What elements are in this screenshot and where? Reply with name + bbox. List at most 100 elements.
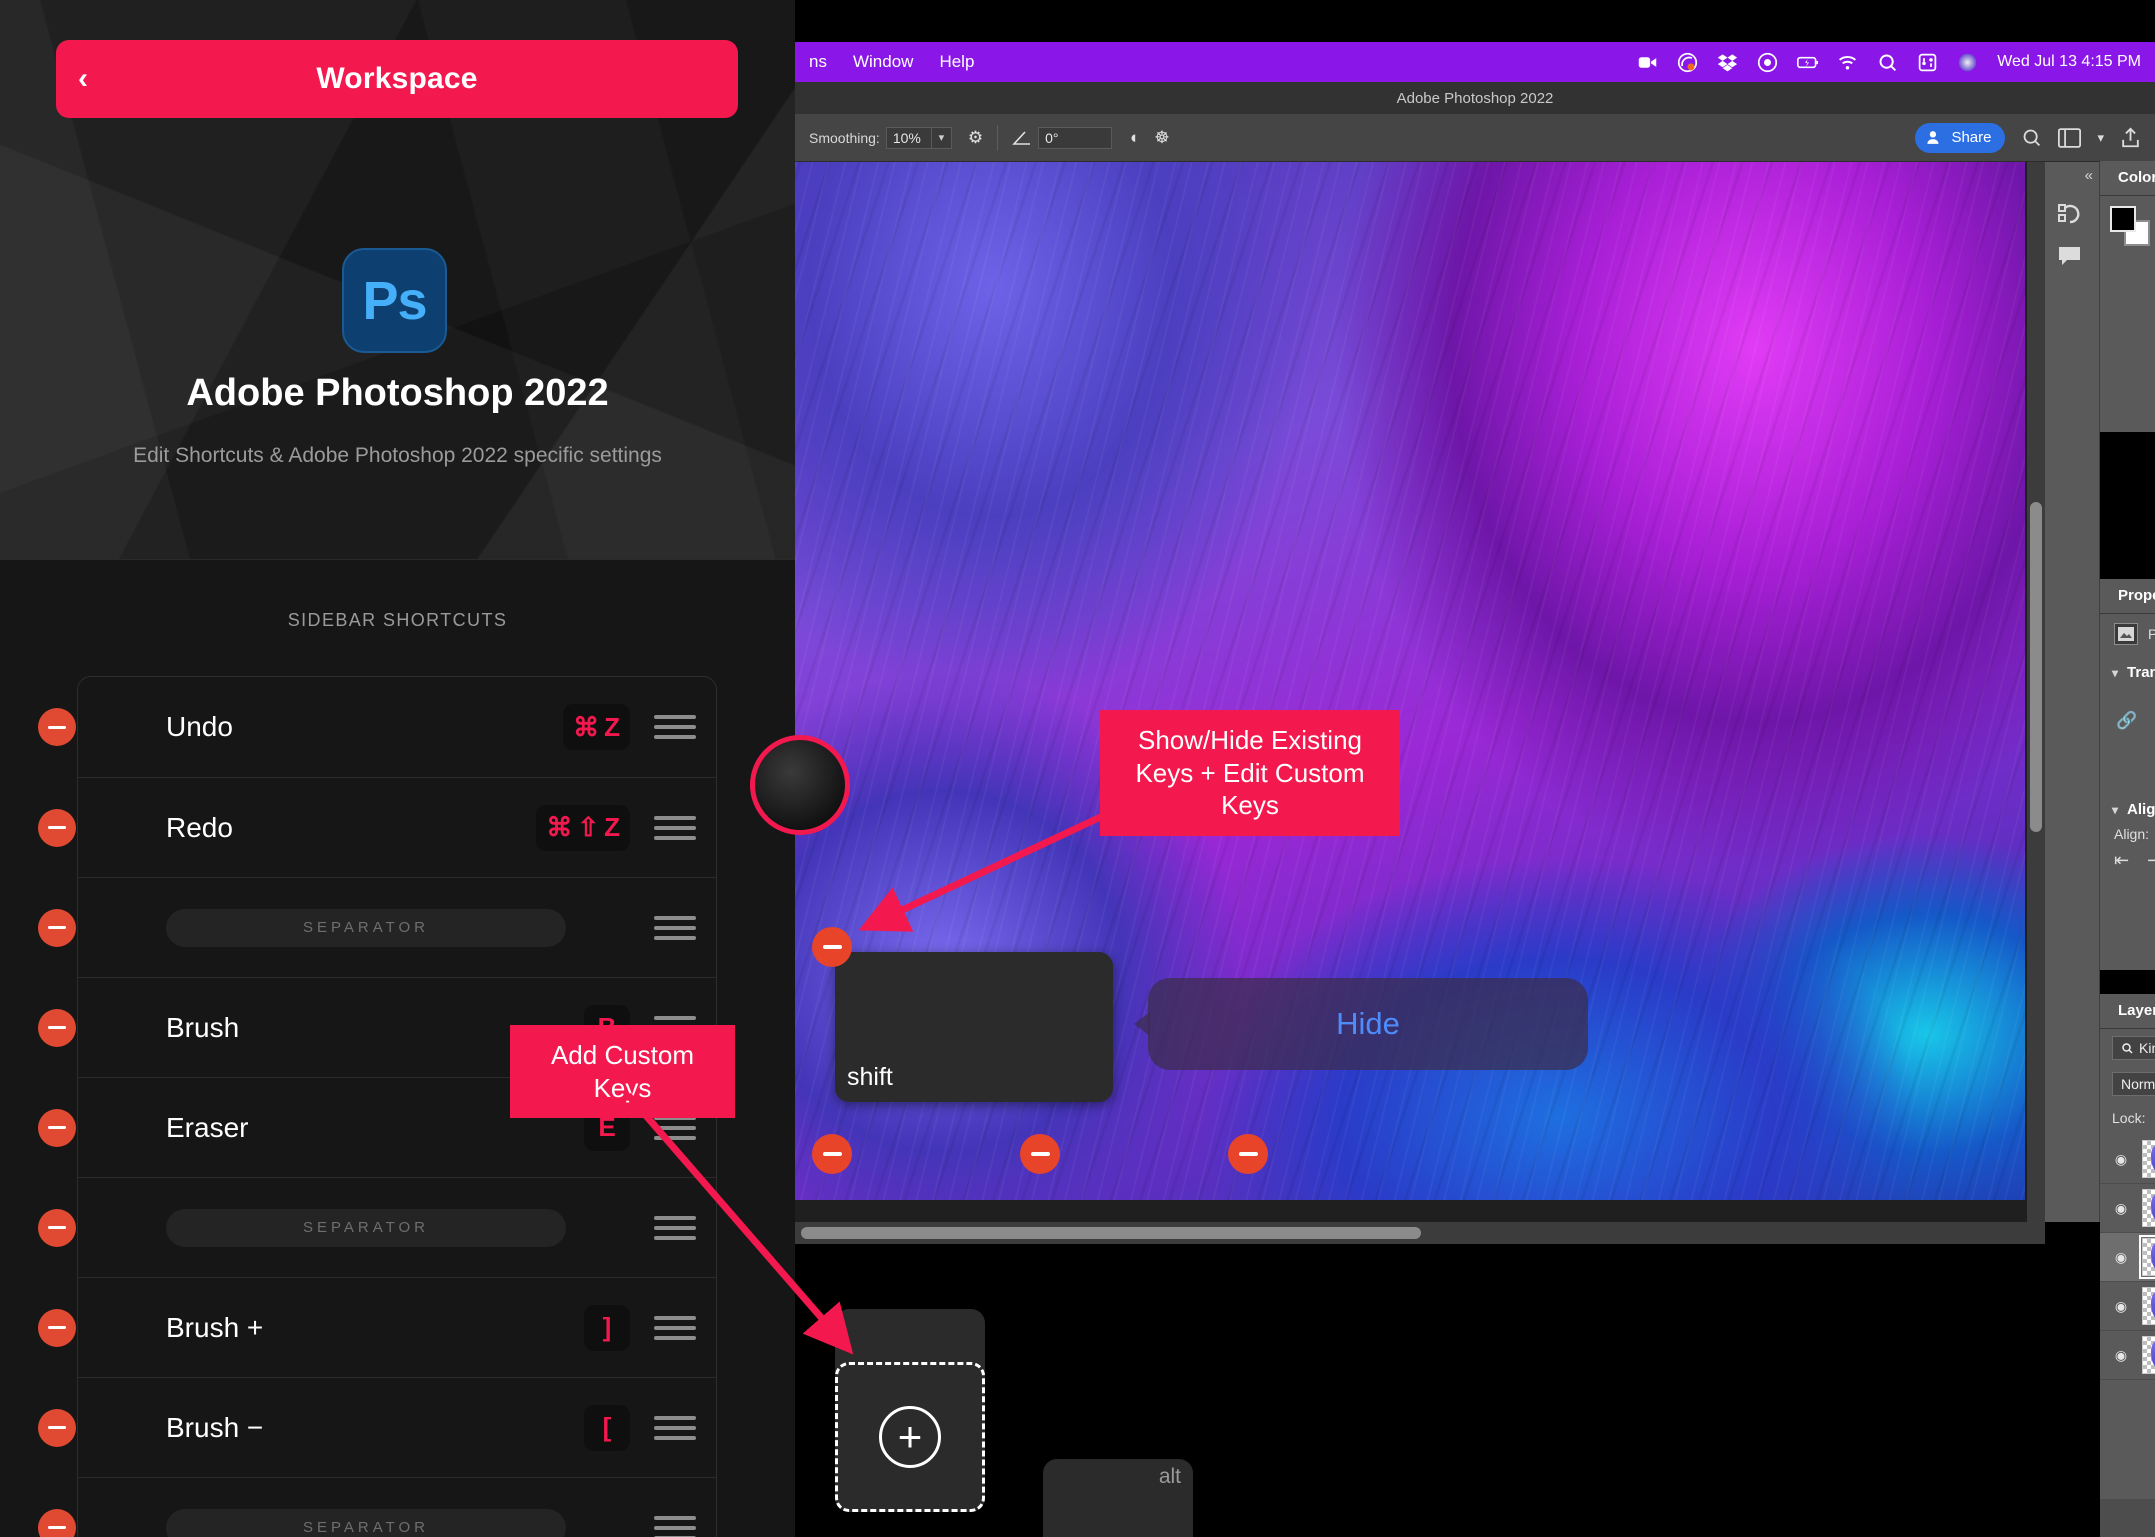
align-center-h-icon[interactable]: ⇥ bbox=[2147, 850, 2155, 871]
hide-button[interactable]: Hide bbox=[1148, 978, 1588, 1070]
shortcut-row[interactable]: Redo⌘⇧Z bbox=[78, 777, 716, 877]
chevron-down-icon[interactable]: ▾ bbox=[932, 127, 952, 149]
drag-handle-icon[interactable] bbox=[654, 816, 696, 840]
blend-mode-select[interactable]: Normal ▾ bbox=[2112, 1072, 2155, 1096]
search-icon[interactable] bbox=[2021, 127, 2042, 148]
wifi-icon[interactable] bbox=[1837, 52, 1858, 73]
layer-visibility-icon[interactable]: ◉ bbox=[2112, 1298, 2130, 1315]
layer-thumbnail[interactable] bbox=[2142, 1189, 2155, 1227]
remove-shortcut-button[interactable] bbox=[38, 1509, 76, 1537]
search-icon[interactable] bbox=[1877, 52, 1898, 73]
remove-shortcut-button[interactable] bbox=[38, 1409, 76, 1447]
scrollbar-thumb[interactable] bbox=[2030, 502, 2042, 832]
remove-shortcut-button[interactable] bbox=[38, 809, 76, 847]
shortcut-key-badge[interactable]: ⌘Z bbox=[563, 704, 630, 750]
workspace-button[interactable]: ‹ Workspace bbox=[56, 40, 738, 118]
align-left-icon[interactable]: ⇤ bbox=[2114, 850, 2129, 871]
key-cap-option[interactable]: alt option bbox=[1043, 1459, 1193, 1537]
drag-handle-icon[interactable] bbox=[654, 1216, 696, 1240]
color-chips[interactable] bbox=[2110, 206, 2152, 248]
remove-key-option-button[interactable] bbox=[1020, 1134, 1060, 1174]
remove-shortcut-button[interactable] bbox=[38, 1109, 76, 1147]
remove-shortcut-button[interactable] bbox=[38, 708, 76, 746]
share-button[interactable]: Share bbox=[1915, 123, 2005, 153]
drag-handle-icon[interactable] bbox=[654, 916, 696, 940]
tab-layers[interactable]: Layers bbox=[2100, 994, 2155, 1028]
canvas-horizontal-scrollbar[interactable] bbox=[795, 1222, 2045, 1244]
record-circle-indicator[interactable] bbox=[750, 735, 850, 835]
remove-shortcut-button[interactable] bbox=[38, 909, 76, 947]
layer-visibility-icon[interactable]: ◉ bbox=[2112, 1347, 2130, 1364]
layer-thumbnail[interactable] bbox=[2142, 1238, 2155, 1276]
comment-icon[interactable] bbox=[2057, 244, 2083, 268]
more-dots-icon[interactable]: ⋯ bbox=[2100, 871, 2155, 912]
drag-handle-icon[interactable] bbox=[654, 715, 696, 739]
shortcut-row[interactable]: Undo⌘Z bbox=[78, 677, 716, 777]
remove-shortcut-button[interactable] bbox=[38, 1009, 76, 1047]
remove-key-command-button[interactable] bbox=[1228, 1134, 1268, 1174]
shortcut-row[interactable]: Brush +] bbox=[78, 1277, 716, 1377]
menu-item-help[interactable]: Help bbox=[939, 52, 974, 72]
canvas-vertical-scrollbar[interactable] bbox=[2027, 162, 2045, 1222]
drag-handle-icon[interactable] bbox=[654, 1416, 696, 1440]
shortcut-row[interactable]: SEPARATOR bbox=[78, 877, 716, 977]
foreground-color-chip[interactable] bbox=[2110, 206, 2136, 232]
chevron-left-icon[interactable]: ‹ bbox=[78, 64, 88, 94]
history-icon[interactable] bbox=[2057, 202, 2083, 228]
tab-properties[interactable]: Properties bbox=[2100, 579, 2155, 613]
chevron-double-left-icon[interactable]: « bbox=[2085, 167, 2093, 184]
siri-icon[interactable] bbox=[1957, 52, 1978, 73]
drag-handle-icon[interactable] bbox=[654, 1516, 696, 1537]
video-camera-icon[interactable] bbox=[1637, 52, 1658, 73]
drag-handle-icon[interactable] bbox=[654, 1116, 696, 1140]
control-center-icon[interactable] bbox=[1917, 52, 1938, 73]
chevron-down-icon[interactable]: ▾ bbox=[2112, 803, 2118, 817]
chevron-down-icon[interactable]: ▾ bbox=[2112, 666, 2118, 680]
tab-color[interactable]: Color bbox=[2100, 161, 2155, 195]
chevron-down-icon[interactable]: ▾ bbox=[2097, 130, 2104, 146]
key-cap-shift[interactable]: shift bbox=[835, 952, 1113, 1102]
shortcut-row[interactable]: SEPARATOR bbox=[78, 1177, 716, 1277]
workspace-layout-icon[interactable] bbox=[2058, 128, 2081, 148]
shortcut-key-badge[interactable]: [ bbox=[584, 1405, 630, 1451]
add-custom-key-button[interactable]: + bbox=[835, 1362, 985, 1512]
angle-input[interactable]: 0° bbox=[1038, 127, 1112, 149]
remove-key-shift-button[interactable] bbox=[812, 927, 852, 967]
align-section-title[interactable]: ▾ Align and Distribute bbox=[2100, 791, 2155, 822]
layer-visibility-icon[interactable]: ◉ bbox=[2112, 1200, 2130, 1217]
shortcut-row[interactable]: Brush −[ bbox=[78, 1377, 716, 1477]
screen-share-icon[interactable] bbox=[1677, 52, 1698, 73]
layer-filter-kind[interactable]: Kind ▾ bbox=[2112, 1036, 2155, 1060]
layer-row[interactable]: ◉collar n claws flats bbox=[2100, 1331, 2155, 1380]
airbrush-icon[interactable]: ◖ bbox=[1128, 128, 1138, 148]
dropbox-icon[interactable] bbox=[1717, 52, 1738, 73]
remove-shortcut-button[interactable] bbox=[38, 1209, 76, 1247]
smoothing-input[interactable]: 10% bbox=[886, 127, 932, 149]
gear-icon[interactable]: ⚙ bbox=[968, 128, 983, 148]
symmetry-butterfly-icon[interactable]: ☸ bbox=[1154, 128, 1169, 148]
layer-row[interactable]: ◉hair flat bbox=[2100, 1282, 2155, 1331]
layer-thumbnail[interactable] bbox=[2142, 1287, 2155, 1325]
menu-bar-clock[interactable]: Wed Jul 13 4:15 PM bbox=[1997, 53, 2141, 71]
layer-row[interactable]: ◉collar, bracelets, claws shade bbox=[2100, 1233, 2155, 1282]
layer-row[interactable]: ◉hair shade 2 bbox=[2100, 1184, 2155, 1233]
transform-section-title[interactable]: ▾ Transform bbox=[2100, 654, 2155, 685]
shortcut-key-badge[interactable]: ⌘⇧Z bbox=[536, 805, 630, 851]
battery-icon[interactable] bbox=[1797, 52, 1818, 73]
menu-item-window[interactable]: Window bbox=[853, 52, 913, 72]
layer-row[interactable]: ◉hair shade 1 bbox=[2100, 1135, 2155, 1184]
remove-key-control-button[interactable] bbox=[812, 1134, 852, 1174]
clock-circle-icon[interactable] bbox=[1757, 52, 1778, 73]
layer-thumbnail[interactable] bbox=[2142, 1336, 2155, 1374]
layer-visibility-icon[interactable]: ◉ bbox=[2112, 1151, 2130, 1168]
drag-handle-icon[interactable] bbox=[654, 1316, 696, 1340]
share-export-icon[interactable] bbox=[2120, 127, 2141, 149]
shortcut-key-badge[interactable]: ] bbox=[584, 1305, 630, 1351]
link-chain-icon[interactable]: 🔗 bbox=[2116, 711, 2137, 731]
menu-item-ns[interactable]: ns bbox=[809, 52, 827, 72]
scrollbar-thumb[interactable] bbox=[801, 1227, 1421, 1239]
layer-visibility-icon[interactable]: ◉ bbox=[2112, 1249, 2130, 1266]
layer-thumbnail[interactable] bbox=[2142, 1140, 2155, 1178]
remove-shortcut-button[interactable] bbox=[38, 1309, 76, 1347]
shortcut-row[interactable]: SEPARATOR bbox=[78, 1477, 716, 1537]
